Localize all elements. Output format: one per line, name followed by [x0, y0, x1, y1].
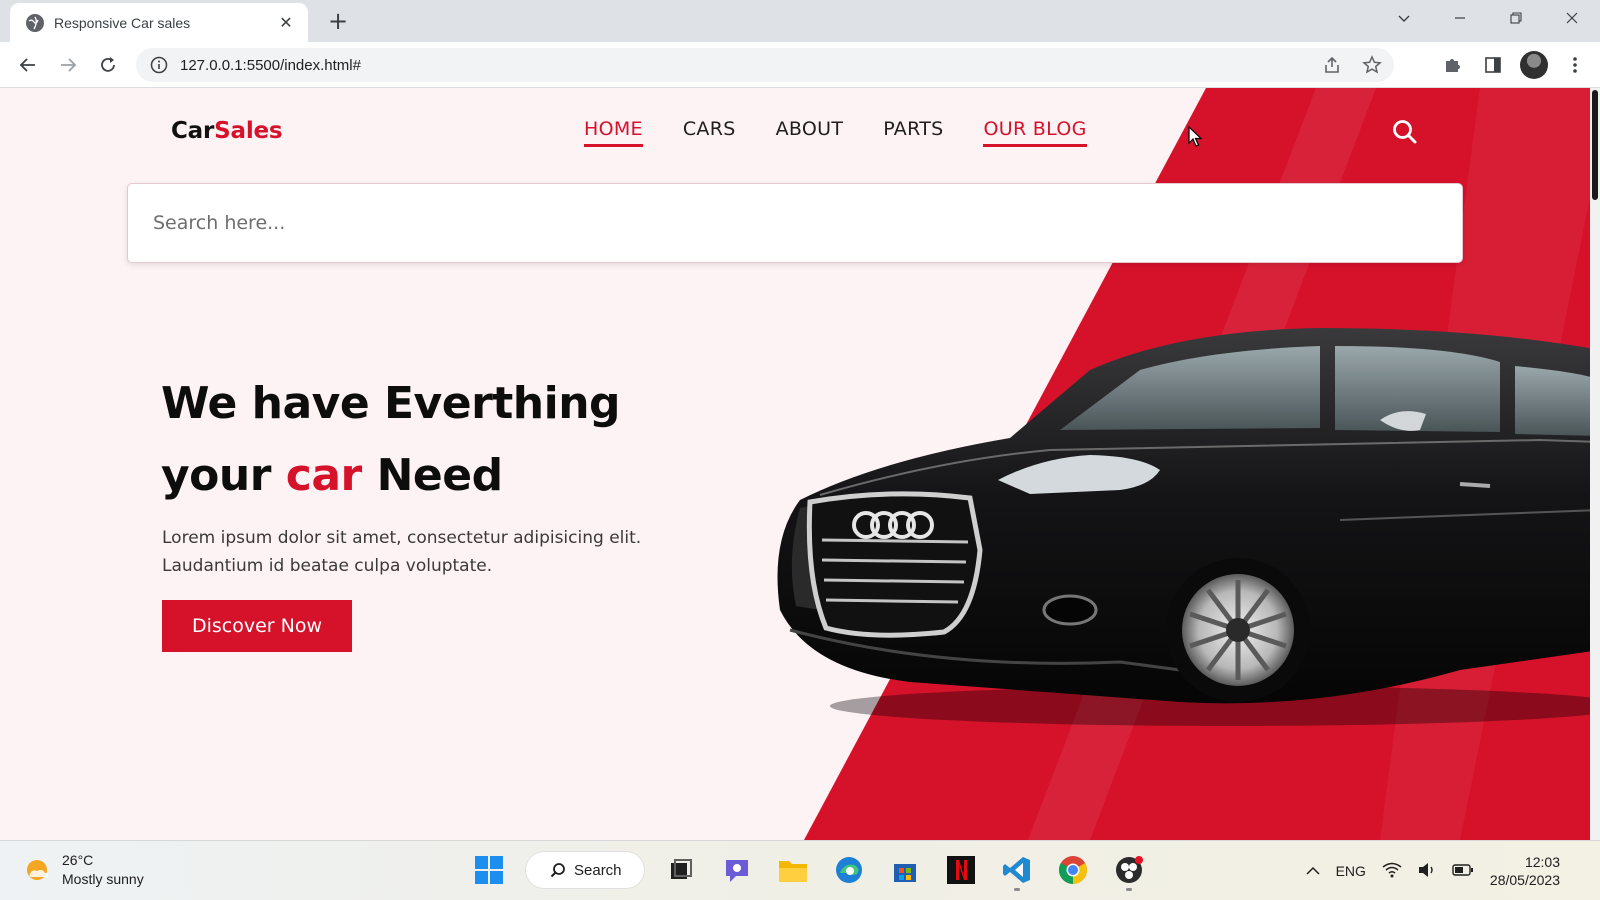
tab-title: Responsive Car sales — [54, 14, 191, 31]
kebab-menu-icon[interactable] — [1562, 50, 1588, 80]
browser-tab[interactable]: Responsive Car sales ✕ — [10, 3, 308, 42]
browser-tabstrip: Responsive Car sales ✕ + — [0, 0, 1600, 42]
language-indicator[interactable]: ENG — [1336, 863, 1366, 879]
show-hidden-icons-chevron[interactable] — [1306, 863, 1320, 879]
browser-toolbar: 127.0.0.1:5500/index.html# — [0, 42, 1600, 88]
taskbar-search-button[interactable]: Search — [526, 852, 644, 888]
new-tab-icon[interactable]: + — [324, 8, 352, 36]
weather-temperature: 26°C — [62, 852, 94, 868]
globe-icon — [26, 13, 44, 32]
logo-accent-text: Sales — [214, 118, 283, 144]
scrollbar-thumb[interactable] — [1592, 90, 1598, 200]
chrome-icon[interactable] — [1054, 851, 1092, 889]
netflix-icon[interactable] — [942, 851, 980, 889]
search-box — [127, 183, 1463, 263]
side-panel-icon[interactable] — [1480, 50, 1506, 80]
nav-link-about[interactable]: ABOUT — [776, 118, 844, 147]
system-clock[interactable]: 12:03 28/05/2023 — [1490, 853, 1560, 889]
url-text[interactable]: 127.0.0.1:5500/index.html# — [180, 57, 361, 74]
vscode-icon[interactable] — [998, 851, 1036, 889]
tab-close-icon[interactable]: ✕ — [276, 13, 296, 32]
share-icon[interactable] — [1320, 53, 1344, 77]
logo-text: Car — [171, 118, 215, 144]
nav-link-parts[interactable]: PARTS — [883, 118, 943, 147]
restore-icon[interactable] — [1488, 0, 1544, 36]
weather-description: Mostly sunny — [62, 871, 144, 887]
site-logo[interactable]: CarSales — [171, 118, 283, 144]
mouse-cursor-icon — [1188, 126, 1203, 147]
extensions-puzzle-icon[interactable] — [1440, 50, 1466, 80]
weather-widget[interactable]: 26°C Mostly sunny — [24, 851, 144, 889]
reload-icon[interactable] — [94, 51, 122, 79]
clock-time: 12:03 — [1524, 854, 1560, 870]
search-input[interactable] — [153, 212, 1462, 234]
headline-line2-pre: your — [161, 450, 286, 501]
search-icon — [550, 863, 565, 878]
discover-now-button[interactable]: Discover Now — [162, 600, 352, 652]
taskbar-search-label: Search — [574, 861, 622, 879]
windows-start-icon[interactable] — [470, 851, 508, 889]
hero-headline: We have Everthing your car Need — [161, 368, 621, 512]
page-viewport: CarSales HOME CARS ABOUT PARTS OUR BLOG … — [0, 88, 1600, 840]
nav-link-home[interactable]: HOME — [584, 118, 643, 147]
tab-search-icon[interactable] — [1376, 0, 1432, 36]
hero-description: Lorem ipsum dolor sit amet, consectetur … — [162, 528, 642, 576]
edge-browser-icon[interactable] — [830, 851, 868, 889]
obs-recorder-icon[interactable] — [1110, 851, 1148, 889]
battery-icon[interactable] — [1452, 863, 1474, 880]
profile-avatar[interactable] — [1520, 51, 1548, 79]
clock-date: 28/05/2023 — [1489, 872, 1560, 888]
page-scrollbar[interactable] — [1590, 88, 1600, 840]
nav-link-our-blog[interactable]: OUR BLOG — [983, 118, 1087, 147]
headline-line2-post: Need — [361, 450, 504, 501]
wifi-icon[interactable] — [1382, 862, 1402, 881]
os-taskbar: 26°C Mostly sunny Search ENG 12:03 28/05… — [0, 840, 1600, 900]
volume-icon[interactable] — [1418, 862, 1436, 881]
nav-link-cars[interactable]: CARS — [683, 118, 736, 147]
address-bar[interactable]: 127.0.0.1:5500/index.html# — [136, 48, 1394, 82]
search-icon[interactable] — [1390, 117, 1420, 147]
microsoft-store-icon[interactable] — [886, 851, 924, 889]
minimize-icon[interactable] — [1432, 0, 1488, 36]
site-info-icon[interactable] — [150, 56, 168, 74]
task-view-icon[interactable] — [662, 851, 700, 889]
headline-line1: We have Everthing — [161, 378, 621, 429]
sun-cloud-icon — [27, 860, 49, 880]
back-arrow-icon[interactable] — [14, 51, 42, 79]
forward-arrow-icon[interactable] — [54, 51, 82, 79]
car-image — [777, 328, 1600, 726]
window-controls — [1376, 0, 1600, 36]
teams-chat-icon[interactable] — [718, 851, 756, 889]
close-window-icon[interactable] — [1544, 0, 1600, 36]
file-explorer-icon[interactable] — [774, 851, 812, 889]
bookmark-star-icon[interactable] — [1360, 53, 1384, 77]
headline-accent-word: car — [285, 450, 362, 501]
main-nav: HOME CARS ABOUT PARTS OUR BLOG — [584, 118, 1087, 147]
